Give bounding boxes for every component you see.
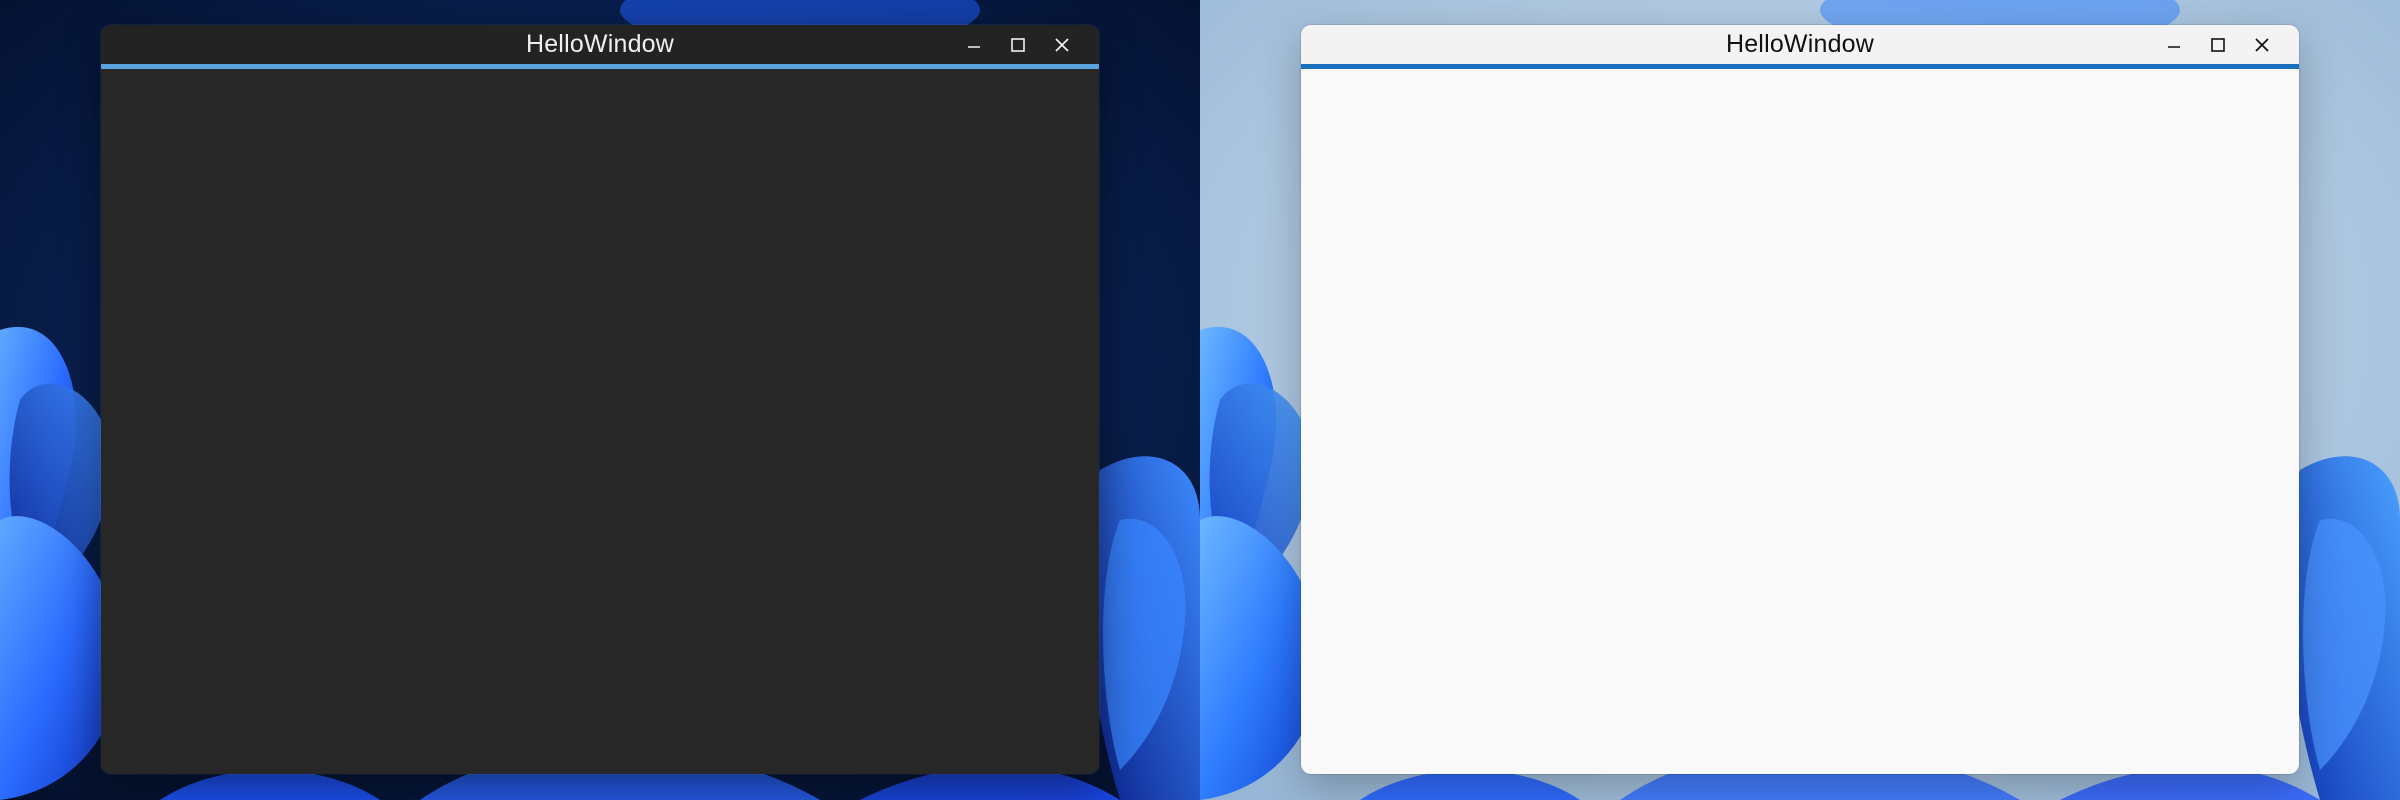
close-button[interactable] [2247,30,2277,60]
window-controls [2159,25,2277,64]
maximize-button[interactable] [1003,30,1033,60]
close-icon [1055,37,1069,52]
minimize-button[interactable] [2159,30,2189,60]
close-button[interactable] [1047,30,1077,60]
desktop-dark: HelloWindow [0,0,1200,800]
window-title: HelloWindow [1725,30,1875,58]
hello-window-dark: HelloWindow [101,25,1099,774]
maximize-icon [1011,37,1025,52]
window-title: HelloWindow [525,30,675,58]
hello-window-light: HelloWindow [1301,25,2299,774]
minimize-icon [968,45,980,48]
maximize-button[interactable] [2203,30,2233,60]
client-area[interactable] [1301,69,2299,774]
title-bar[interactable]: HelloWindow [1301,25,2299,64]
title-bar[interactable]: HelloWindow [101,25,1099,64]
maximize-icon [2211,37,2225,52]
client-area[interactable] [101,69,1099,774]
minimize-button[interactable] [959,30,989,60]
close-icon [2255,37,2269,52]
minimize-icon [2168,45,2180,48]
desktop-light: HelloWindow [1200,0,2400,800]
window-controls [959,25,1077,64]
